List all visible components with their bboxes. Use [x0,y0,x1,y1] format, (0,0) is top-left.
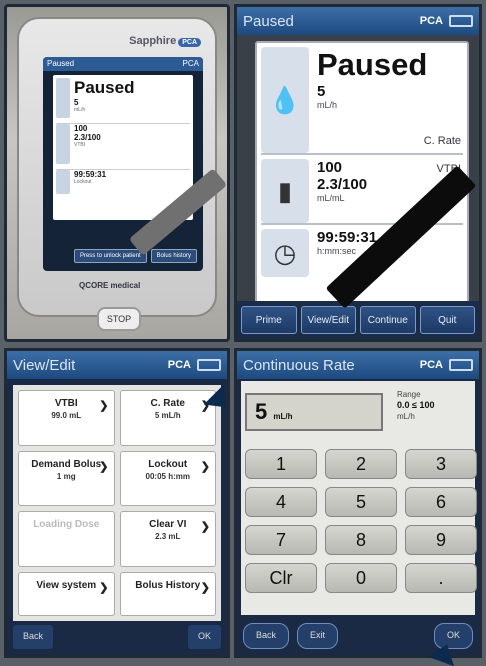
lockout-cell[interactable]: Lockout 00:05 h:mm ❯ [119,450,216,506]
mini-vtbi: 100 [74,124,88,133]
bag-icon [56,124,70,164]
mode-badge: PCA [419,359,443,371]
drop-icon: 💧 [261,47,309,153]
c-rate-link[interactable]: C. Rate [424,135,461,147]
key-3[interactable]: 3 [405,449,477,479]
mini-timer-sub: Lockout [74,179,92,185]
bag-icon: ▮ [261,159,309,223]
mini-rate-unit: mL/h [74,107,86,113]
key-clear[interactable]: Clr [245,563,317,593]
stop-button[interactable]: STOP [97,307,141,331]
screen-title: View/Edit [13,356,76,374]
mini-status: Paused [74,78,135,97]
device-screen: Paused PCA Paused 5 mL/h 100 2.3/100 VTBI 99:… [43,57,203,271]
mini-vtbi-label: VTBI [74,142,86,148]
paused-screen-panel: Paused PCA 💧 Paused 5 mL/h C. Rate ▮ 100 … [234,4,482,342]
key-2[interactable]: 2 [325,449,397,479]
range-value: 0.0 ≤ 100 [397,400,435,410]
key-decimal[interactable]: . [405,563,477,593]
prime-button[interactable]: Prime [241,306,297,334]
key-9[interactable]: 9 [405,525,477,555]
back-button[interactable]: Back [13,625,54,649]
ok-button[interactable]: OK [187,625,221,649]
view-edit-panel: View/Edit PCA VTBI 99.0 mL ❯ C. Rate 5 mL/h ❯… [4,348,230,658]
continue-button[interactable]: Continue [360,306,416,334]
quit-button[interactable]: Quit [419,306,475,334]
clock-icon [56,170,70,194]
key-7[interactable]: 7 [245,525,317,555]
mode-badge: PCA [167,359,191,371]
chevron-right-icon: ❯ [200,521,210,533]
key-5[interactable]: 5 [325,487,397,517]
chevron-right-icon: ❯ [200,581,210,594]
status-text: Paused [317,47,428,82]
rate-unit: mL/h [273,412,293,421]
device-photo-panel: Sapphire PCA Paused PCA Paused 5 mL/h 100 2.3… [4,4,230,342]
rate-value: 5 [317,83,326,100]
numeric-keypad: 1 2 3 4 5 6 7 8 9 Clr 0 . [245,449,477,593]
manufacturer-logo: QCORE medical [79,281,141,290]
mini-rate: 5 [74,98,79,107]
chevron-right-icon: ❯ [99,460,109,473]
key-6[interactable]: 6 [405,487,477,517]
view-edit-button[interactable]: View/Edit [300,306,356,334]
range-label: Range [397,390,421,399]
bolus-history-button[interactable]: Bolus history [150,249,197,263]
drop-icon [56,78,70,118]
brand-label: Sapphire PCA [129,35,201,47]
battery-icon [449,15,473,27]
exit-button[interactable]: Exit [297,623,339,649]
chevron-right-icon: ❯ [200,460,210,473]
bolus-history-cell[interactable]: Bolus History ❯ [119,571,216,616]
range-unit: mL/h [397,412,415,421]
rate-input[interactable]: 5 mL/h [245,393,383,431]
view-system-cell[interactable]: View system ❯ [18,571,115,616]
settings-grid: VTBI 99.0 mL ❯ C. Rate 5 mL/h ❯ Demand Bolus… [13,385,221,621]
mini-screen-title: Paused [47,59,75,68]
screen-title: Paused [243,12,294,30]
battery-icon [197,359,221,371]
keypad-panel: Continuous Rate PCA 5 mL/h Range 0.0 ≤ 100… [234,348,482,658]
clear-vi-cell[interactable]: Clear VI 2.3 mL ❯ [119,511,216,567]
key-4[interactable]: 4 [245,487,317,517]
mode-badge: PCA [419,15,443,27]
chevron-right-icon: ❯ [99,400,109,412]
screen-title: Continuous Rate [243,356,355,374]
brand-tag: PCA [178,38,201,47]
back-button[interactable]: Back [243,623,290,649]
battery-icon [449,359,473,371]
key-8[interactable]: 8 [325,525,397,555]
key-1[interactable]: 1 [245,449,317,479]
key-0[interactable]: 0 [325,563,397,593]
vtbi-cell[interactable]: VTBI 99.0 mL ❯ [18,390,115,446]
range-info: Range 0.0 ≤ 100 mL/h [397,389,434,422]
bottom-bar: Prime View/Edit Continue Quit [237,301,479,339]
press-unlock-button[interactable]: Press to unlock patient [73,249,147,263]
c-rate-cell[interactable]: C. Rate 5 mL/h ❯ [119,390,216,446]
clock-icon: ◷ [261,229,309,277]
demand-bolus-cell[interactable]: Demand Bolus 1 mg ❯ [18,450,115,506]
pump-device: Sapphire PCA Paused PCA Paused 5 mL/h 100 2.3… [17,17,217,317]
mini-screen-mode: PCA [182,59,199,68]
chevron-right-icon: ❯ [99,581,109,594]
mini-vtbi-progress: 2.3/100 [74,133,101,142]
mini-timer: 99:59:31 [74,170,107,179]
rate-unit: mL/h [317,100,338,110]
loading-dose-cell: Loading Dose [18,511,115,567]
